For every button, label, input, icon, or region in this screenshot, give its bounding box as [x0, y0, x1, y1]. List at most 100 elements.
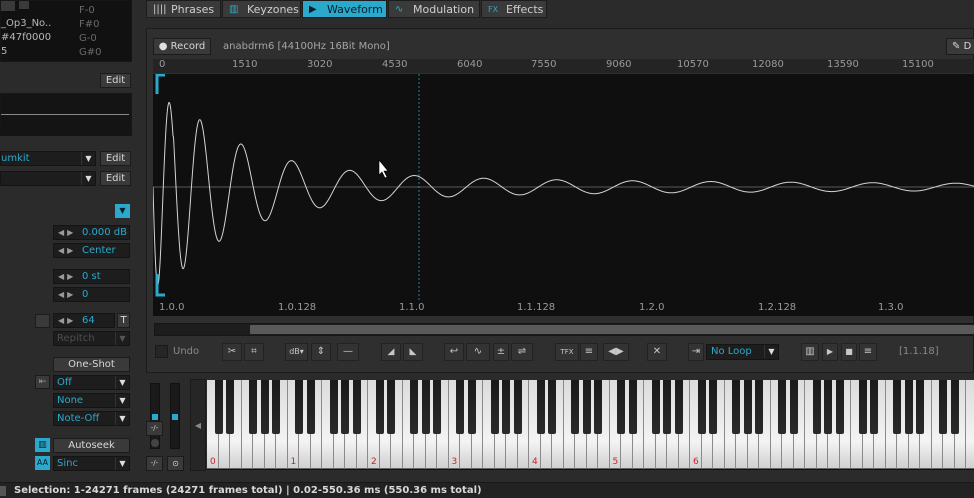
- piano-keyboard[interactable]: 0 1 2 3 4 5 6: [207, 380, 974, 470]
- piano-black-key[interactable]: [214, 380, 223, 434]
- volume-field[interactable]: ◀▶ 0.000 dB: [53, 225, 130, 240]
- repitch-dropdown[interactable]: Repitch ▼: [53, 331, 130, 346]
- waveform-display[interactable]: [153, 74, 974, 300]
- nna-dropdown[interactable]: Off ▼: [53, 375, 130, 390]
- keyboard-scroll-left[interactable]: ◀: [190, 379, 206, 471]
- beat-sync-checkbox[interactable]: [35, 314, 50, 328]
- nna-icon[interactable]: ⇤: [35, 375, 50, 389]
- interpolation-dropdown[interactable]: Sinc ▼: [53, 456, 130, 471]
- loop-icon-button[interactable]: ⇥: [688, 343, 704, 361]
- piano-black-key[interactable]: [502, 380, 510, 434]
- process-menu-button[interactable]: ≡: [580, 343, 598, 361]
- piano-black-key[interactable]: [295, 380, 303, 434]
- crop-button[interactable]: ⌗: [244, 343, 264, 361]
- clear-button[interactable]: ✕: [647, 343, 667, 361]
- silence-button[interactable]: —: [337, 343, 359, 361]
- piano-black-key[interactable]: [260, 380, 269, 434]
- piano-black-key[interactable]: [674, 380, 683, 434]
- beat-sync-mode-button[interactable]: T: [117, 313, 130, 328]
- antialias-toggle[interactable]: AA: [35, 456, 50, 470]
- scrollbar-thumb[interactable]: [250, 325, 974, 334]
- piano-black-key[interactable]: [410, 380, 418, 434]
- fade-out-button[interactable]: ◣: [403, 343, 423, 361]
- loop-release-dropdown[interactable]: None ▼: [53, 393, 130, 408]
- piano-black-key[interactable]: [548, 380, 556, 434]
- finetune-field[interactable]: ◀▶ 0: [53, 287, 130, 302]
- piano-black-key[interactable]: [594, 380, 602, 434]
- velocity-toggle[interactable]: -/-: [146, 421, 163, 436]
- tab-modulation[interactable]: ∿ Modulation: [388, 0, 480, 18]
- piano-black-key[interactable]: [329, 380, 338, 434]
- piano-black-key[interactable]: [870, 380, 878, 434]
- loop-mode-dropdown[interactable]: No Loop ▼: [706, 344, 779, 360]
- cut-button[interactable]: ✂: [222, 343, 242, 361]
- piano-black-key[interactable]: [456, 380, 464, 434]
- velocity-toggle-2[interactable]: -/-: [146, 456, 163, 471]
- resample-button[interactable]: ◀▶: [603, 343, 629, 361]
- stop-button[interactable]: ■: [841, 343, 857, 361]
- piano-black-key[interactable]: [272, 380, 280, 434]
- piano-black-key[interactable]: [904, 380, 913, 434]
- piano-black-key[interactable]: [893, 380, 901, 434]
- secondary-dropdown[interactable]: ▼: [0, 171, 96, 186]
- piano-white-key[interactable]: [966, 380, 974, 469]
- piano-black-key[interactable]: [939, 380, 947, 434]
- piano-black-key[interactable]: [697, 380, 706, 434]
- keyboard-play-button[interactable]: ▥: [801, 343, 819, 361]
- edit-button[interactable]: Edit: [100, 151, 131, 166]
- mini-waveform[interactable]: [0, 93, 132, 136]
- piano-black-key[interactable]: [375, 380, 384, 434]
- piano-black-key[interactable]: [226, 380, 234, 434]
- beat-ruler[interactable]: 1.0.0 1.0.128 1.1.0 1.1.128 1.2.0 1.2.12…: [153, 300, 974, 316]
- transpose-field[interactable]: ◀▶ 0 st: [53, 269, 130, 284]
- autoseek-button[interactable]: Autoseek: [53, 438, 130, 453]
- edit-button[interactable]: Edit: [100, 171, 131, 186]
- draw-button[interactable]: ✎ D: [946, 38, 974, 55]
- horizontal-scrollbar[interactable]: [154, 323, 974, 336]
- piano-black-key[interactable]: [571, 380, 579, 434]
- record-button[interactable]: ● Record: [153, 38, 211, 55]
- octave-reset-button[interactable]: ⊙: [167, 456, 184, 471]
- piano-black-key[interactable]: [467, 380, 476, 434]
- piano-black-key[interactable]: [732, 380, 740, 434]
- piano-black-key[interactable]: [812, 380, 821, 434]
- reverse-button[interactable]: ↩: [444, 343, 464, 361]
- piano-black-key[interactable]: [628, 380, 637, 434]
- invert-button[interactable]: ∿: [466, 343, 490, 361]
- piano-black-key[interactable]: [916, 380, 924, 434]
- dc-offset-button[interactable]: ±: [493, 343, 509, 361]
- piano-black-key[interactable]: [249, 380, 257, 434]
- fade-in-button[interactable]: ◢: [381, 343, 401, 361]
- piano-black-key[interactable]: [387, 380, 395, 434]
- piano-black-key[interactable]: [950, 380, 959, 434]
- tab-waveform[interactable]: ▶ Waveform: [302, 0, 387, 18]
- piano-black-key[interactable]: [421, 380, 430, 434]
- piano-black-key[interactable]: [617, 380, 625, 434]
- tab-keyzones[interactable]: ▥ Keyzones: [222, 0, 301, 18]
- channels-button[interactable]: ⇌: [511, 343, 533, 361]
- octave-slider[interactable]: [170, 383, 180, 449]
- note-off-dropdown[interactable]: Note-Off ▼: [53, 411, 130, 426]
- piano-black-key[interactable]: [536, 380, 545, 434]
- autoseek-icon[interactable]: ▥: [35, 438, 50, 452]
- piano-black-key[interactable]: [352, 380, 361, 434]
- piano-black-key[interactable]: [490, 380, 499, 434]
- playback-menu-button[interactable]: ≡: [859, 343, 877, 361]
- panning-field[interactable]: ◀▶ Center: [53, 243, 130, 258]
- undo-checkbox[interactable]: [155, 345, 168, 358]
- tfx-button[interactable]: TFX: [555, 343, 579, 361]
- slider-handle[interactable]: [172, 414, 178, 420]
- normalize-button[interactable]: dB▾: [285, 343, 308, 361]
- piano-black-key[interactable]: [755, 380, 763, 434]
- piano-black-key[interactable]: [651, 380, 660, 434]
- tab-phrases[interactable]: |||| Phrases: [146, 0, 221, 18]
- sample-ruler[interactable]: 0 1510 3020 4530 6040 7550 9060 10570 12…: [153, 59, 974, 73]
- oneshot-button[interactable]: One-Shot: [53, 357, 130, 372]
- piano-black-key[interactable]: [743, 380, 752, 434]
- piano-black-key[interactable]: [709, 380, 717, 434]
- piano-black-key[interactable]: [824, 380, 832, 434]
- edit-button[interactable]: Edit: [100, 73, 131, 88]
- piano-black-key[interactable]: [858, 380, 867, 434]
- piano-black-key[interactable]: [306, 380, 315, 434]
- fit-button[interactable]: ⇕: [311, 343, 331, 361]
